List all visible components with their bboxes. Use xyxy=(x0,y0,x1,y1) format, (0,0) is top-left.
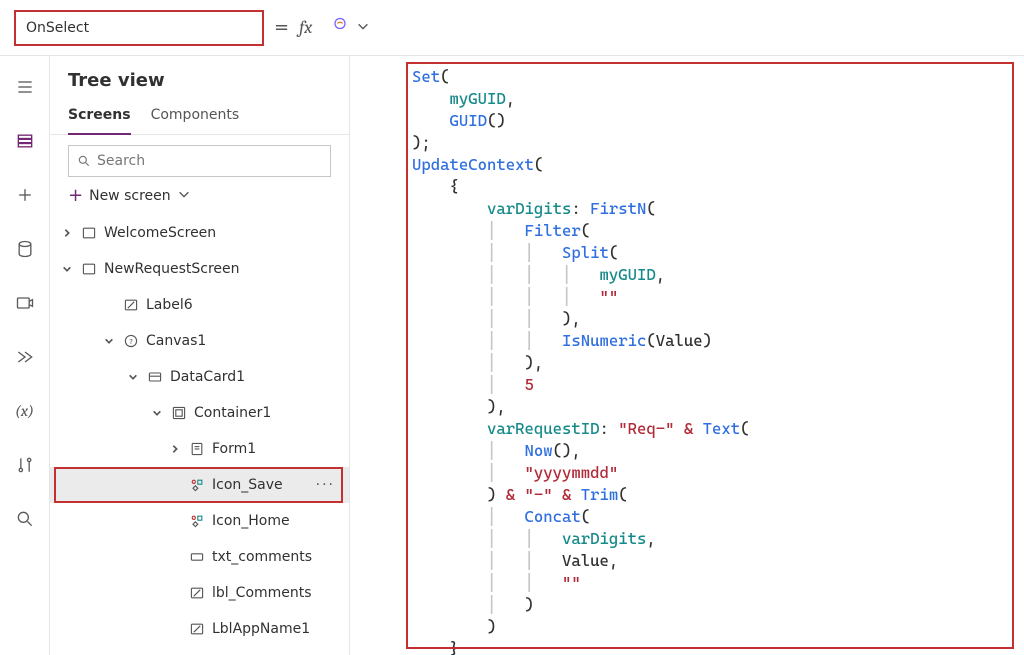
new-screen-label: New screen xyxy=(89,188,171,204)
new-screen-button[interactable]: + New screen xyxy=(50,183,349,215)
data-icon[interactable] xyxy=(12,236,38,262)
tree-item-label: Canvas1 xyxy=(146,333,341,349)
fx-label: fx xyxy=(299,17,312,38)
chevron-down-icon[interactable] xyxy=(126,372,140,382)
tree-item-form1[interactable]: Form1 xyxy=(50,431,349,467)
tree-view-tabs: Screens Components xyxy=(50,101,349,135)
tree-item-txt-comments[interactable]: txt_comments xyxy=(50,539,349,575)
property-selector[interactable]: OnSelect xyxy=(14,10,264,46)
tree-item-label: DataCard1 xyxy=(170,369,341,385)
tree-view-panel: Tree view Screens Components Search + Ne… xyxy=(50,56,350,655)
chevron-down-icon[interactable] xyxy=(60,264,74,274)
search-icon[interactable] xyxy=(12,506,38,532)
left-rail: (x) xyxy=(0,56,50,655)
media-icon[interactable] xyxy=(12,290,38,316)
chevron-right-icon[interactable] xyxy=(168,444,182,454)
tree-item-welcomescreen[interactable]: WelcomeScreen xyxy=(50,215,349,251)
chevron-down-icon xyxy=(177,187,191,205)
tree-item-icon-save[interactable]: Icon_Save ··· xyxy=(50,467,349,503)
tree-item-label: txt_comments xyxy=(212,549,341,565)
tree-item-label6[interactable]: Label6 xyxy=(50,287,349,323)
tab-screens[interactable]: Screens xyxy=(68,101,131,135)
search-input[interactable]: Search xyxy=(68,145,331,177)
hamburger-icon[interactable] xyxy=(12,74,38,100)
chevron-down-icon xyxy=(238,19,252,37)
formula-editor[interactable]: Set( myGUID, GUID() ); UpdateContext( { … xyxy=(350,56,1024,655)
insert-icon[interactable] xyxy=(12,182,38,208)
chevron-down-icon[interactable] xyxy=(102,336,116,346)
tab-components[interactable]: Components xyxy=(151,101,240,134)
chevron-down-icon[interactable] xyxy=(356,19,370,37)
tree-item-label: WelcomeScreen xyxy=(104,225,341,241)
tree-item-label: lbl_Comments xyxy=(212,585,341,601)
tree-items: WelcomeScreen NewRequestScreen Label6 ? … xyxy=(50,215,349,655)
container-icon xyxy=(170,404,188,422)
property-selector-value: OnSelect xyxy=(26,20,89,36)
tree-item-label: Form1 xyxy=(212,441,341,457)
tree-item-newrequestscreen[interactable]: NewRequestScreen xyxy=(50,251,349,287)
tree-view-icon[interactable] xyxy=(12,128,38,154)
plus-icon: + xyxy=(68,187,83,205)
component-icon xyxy=(188,512,206,530)
tree-item-label: LblAppName1 xyxy=(212,621,341,637)
screen-icon xyxy=(80,224,98,242)
tools-icon[interactable] xyxy=(12,452,38,478)
help-icon: ? xyxy=(122,332,140,350)
form-icon xyxy=(188,440,206,458)
textinput-icon xyxy=(188,548,206,566)
tree-item-container1[interactable]: Container1 xyxy=(50,395,349,431)
power-automate-icon[interactable] xyxy=(12,344,38,370)
screen-icon xyxy=(80,260,98,278)
equals-label: = xyxy=(274,17,289,38)
label-icon xyxy=(188,584,206,602)
svg-text:?: ? xyxy=(129,337,133,346)
label-icon xyxy=(188,620,206,638)
tree-item-datacard1[interactable]: DataCard1 xyxy=(50,359,349,395)
tree-item-lbl-comments[interactable]: lbl_Comments xyxy=(50,575,349,611)
component-icon xyxy=(188,476,206,494)
tree-item-canvas1[interactable]: ? Canvas1 xyxy=(50,323,349,359)
search-placeholder: Search xyxy=(97,153,145,169)
chevron-right-icon[interactable] xyxy=(60,228,74,238)
tree-item-label: Icon_Home xyxy=(212,513,341,529)
variables-icon[interactable]: (x) xyxy=(12,398,38,424)
more-icon[interactable]: ··· xyxy=(316,477,341,493)
datacard-icon xyxy=(146,368,164,386)
tree-item-icon-home[interactable]: Icon_Home xyxy=(50,503,349,539)
tree-item-label: NewRequestScreen xyxy=(104,261,341,277)
tree-item-label: Container1 xyxy=(194,405,341,421)
formula-code: Set( myGUID, GUID() ); UpdateContext( { … xyxy=(360,66,1012,655)
chevron-down-icon[interactable] xyxy=(150,408,164,418)
copilot-icon[interactable] xyxy=(330,16,350,40)
tree-view-title: Tree view xyxy=(50,70,349,101)
tree-item-lblappname1[interactable]: LblAppName1 xyxy=(50,611,349,647)
formula-bar: OnSelect = fx xyxy=(0,0,1024,56)
tree-item-label: Label6 xyxy=(146,297,341,313)
label-icon xyxy=(122,296,140,314)
tree-item-label: Icon_Save xyxy=(212,477,310,493)
